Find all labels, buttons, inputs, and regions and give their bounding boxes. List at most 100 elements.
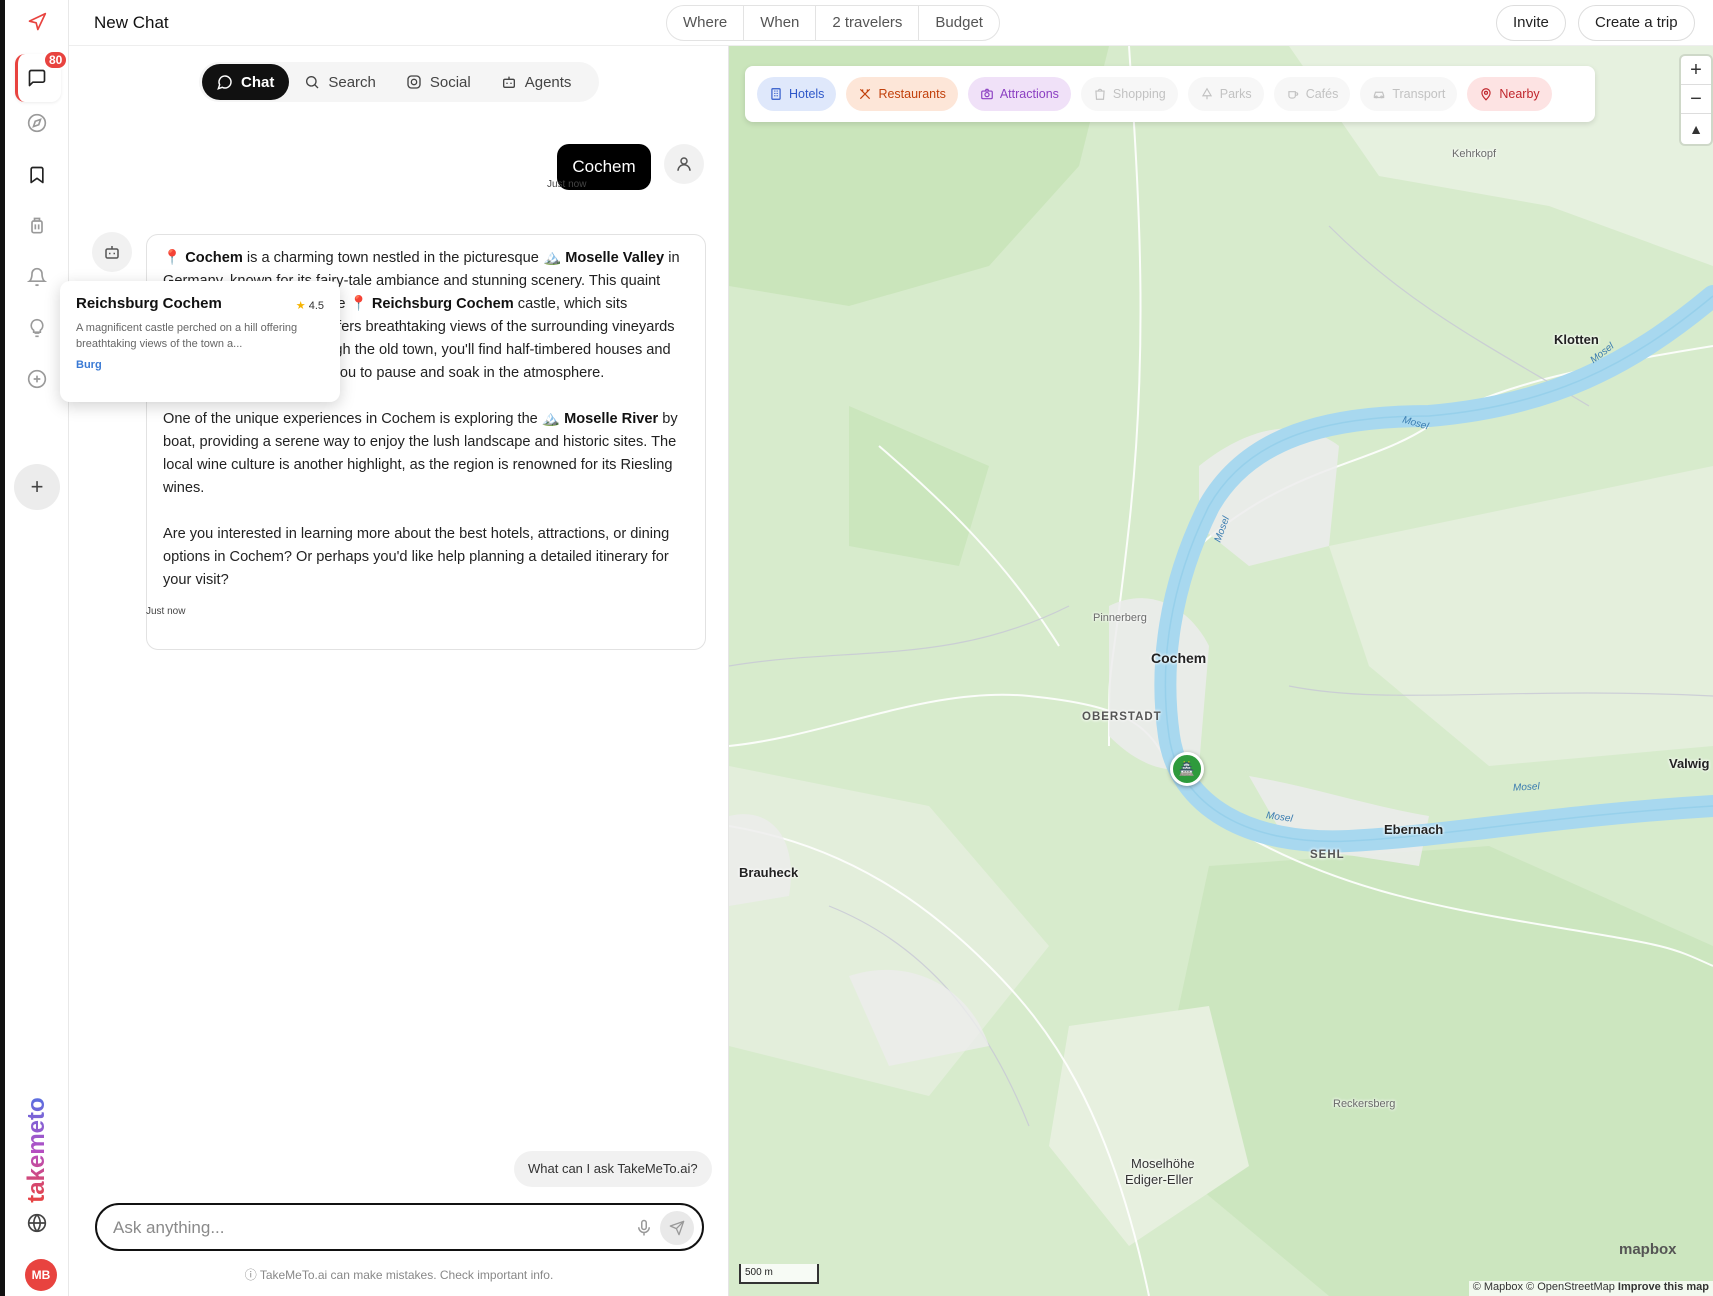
place-label-cochem: Cochem bbox=[1151, 650, 1207, 666]
category-chip-hotels[interactable]: Hotels bbox=[757, 77, 837, 111]
tab-label: Chat bbox=[241, 73, 275, 91]
message-text: is a charming town nestled in the pictur… bbox=[242, 250, 566, 266]
camera-icon bbox=[981, 88, 993, 100]
category-label: Cafés bbox=[1305, 87, 1339, 101]
building-icon bbox=[771, 88, 781, 100]
place-label-klotten: Klotten bbox=[1554, 332, 1599, 347]
filter-when[interactable]: When bbox=[744, 6, 817, 40]
highlighted-entity[interactable]: Moselle River bbox=[564, 411, 658, 427]
category-filter-bar: Hotels Restaurants Attractions Shopping Park… bbox=[745, 66, 1595, 122]
tree-icon bbox=[1201, 87, 1212, 100]
microphone-icon[interactable] bbox=[632, 1216, 656, 1240]
category-label: Shopping bbox=[1112, 87, 1166, 101]
category-chip-nearby[interactable]: Nearby bbox=[1467, 77, 1552, 111]
popup-category[interactable]: Burg bbox=[76, 359, 324, 371]
category-chip-transport[interactable]: Transport bbox=[1360, 77, 1458, 111]
category-label: Parks bbox=[1219, 87, 1252, 101]
app-root: 80 + takemeto MB New Chat Where When 2 t… bbox=[0, 0, 1713, 1296]
user-icon bbox=[664, 144, 704, 184]
message-composer bbox=[95, 1203, 704, 1251]
map-scale: 500 m bbox=[739, 1264, 819, 1284]
river-label: Mosel bbox=[1512, 781, 1540, 794]
top-header: New Chat Where When 2 travelers Budget I… bbox=[69, 0, 1713, 46]
place-popup[interactable]: Reichsburg Cochem ★ 4.5 A magnificent ca… bbox=[60, 281, 340, 402]
luggage-icon[interactable] bbox=[5, 206, 69, 246]
improve-map-link[interactable]: Improve this map bbox=[1618, 1281, 1709, 1293]
shopping-bag-icon bbox=[1095, 88, 1105, 100]
place-label-kehrkopf: Kehrkopf bbox=[1452, 148, 1497, 160]
filter-budget[interactable]: Budget bbox=[919, 6, 999, 40]
highlighted-entity[interactable]: Cochem bbox=[185, 250, 243, 266]
category-chip-cafs[interactable]: Cafés bbox=[1273, 77, 1351, 111]
map-attribution: © Mapbox © OpenStreetMap Improve this ma… bbox=[1468, 1281, 1713, 1296]
tab-label: Agents bbox=[524, 73, 572, 91]
zoom-in-button[interactable]: + bbox=[1681, 56, 1711, 85]
message-text: 📍 bbox=[163, 250, 186, 266]
user-avatar[interactable]: MB bbox=[25, 1259, 57, 1291]
place-label-pinnerberg: Pinnerberg bbox=[1093, 612, 1147, 624]
unread-badge: 80 bbox=[43, 50, 69, 70]
highlighted-entity[interactable]: Reichsburg Cochem bbox=[372, 296, 514, 312]
category-label: Attractions bbox=[999, 87, 1059, 101]
category-label: Restaurants bbox=[878, 87, 946, 101]
category-chip-restaurants[interactable]: Restaurants bbox=[846, 77, 958, 111]
user-message-time: Just now bbox=[547, 179, 587, 190]
invite-button[interactable]: Invite bbox=[1496, 5, 1566, 41]
tab-agents[interactable]: Agents bbox=[486, 64, 587, 100]
tab-social[interactable]: Social bbox=[391, 64, 486, 100]
category-label: Transport bbox=[1392, 87, 1446, 101]
car-icon bbox=[1374, 91, 1385, 99]
assistant-paragraph-2: One of the unique experiences in Cochem … bbox=[163, 408, 689, 500]
place-label-ebernach: Ebernach bbox=[1384, 822, 1444, 837]
tab-label: Search bbox=[328, 73, 376, 91]
popup-rating: ★ 4.5 bbox=[296, 299, 324, 312]
logo-arrow-icon[interactable] bbox=[5, 2, 69, 42]
utensils-icon bbox=[860, 88, 871, 100]
pin-icon bbox=[1481, 88, 1492, 101]
zoom-out-button[interactable]: − bbox=[1681, 85, 1711, 114]
filter-where[interactable]: Where bbox=[667, 6, 745, 40]
category-label: Nearby bbox=[1499, 87, 1540, 101]
send-button[interactable] bbox=[660, 1211, 694, 1245]
popup-title: Reichsburg Cochem bbox=[76, 295, 222, 312]
search-icon bbox=[306, 76, 319, 89]
place-label-reckersberg: Reckersberg bbox=[1333, 1098, 1396, 1110]
brand-logo: takemeto bbox=[23, 1097, 50, 1203]
chat-mode-tabs: Chat Search Social Agents bbox=[199, 62, 599, 102]
place-label-brauheck: Brauheck bbox=[739, 865, 799, 880]
new-chat-button[interactable]: + bbox=[14, 464, 60, 510]
popup-description: A magnificent castle perched on a hill o… bbox=[76, 322, 298, 350]
instagram-icon bbox=[407, 75, 421, 89]
bot-icon bbox=[92, 232, 132, 272]
sidebar: 80 + takemeto MB bbox=[5, 0, 69, 1296]
create-trip-button[interactable]: Create a trip bbox=[1578, 5, 1695, 41]
compass-icon[interactable] bbox=[5, 103, 69, 143]
category-chip-parks[interactable]: Parks bbox=[1187, 77, 1264, 111]
star-icon: ★ bbox=[295, 300, 306, 312]
suggestion-chip[interactable]: What can I ask TakeMeTo.ai? bbox=[514, 1151, 712, 1187]
assistant-message-time: Just now bbox=[146, 606, 186, 617]
filter-travelers[interactable]: 2 travelers bbox=[816, 6, 920, 40]
tab-chat[interactable]: Chat bbox=[202, 64, 290, 100]
category-label: Hotels bbox=[789, 87, 825, 101]
rating-value: 4.5 bbox=[308, 300, 324, 312]
map-view[interactable]: Hotels Restaurants Attractions Shopping Park… bbox=[729, 46, 1713, 1296]
coffee-icon bbox=[1288, 91, 1298, 99]
category-chip-attractions[interactable]: Attractions bbox=[967, 77, 1071, 111]
chat-input[interactable] bbox=[113, 1215, 593, 1241]
bookmark-icon[interactable] bbox=[5, 155, 69, 195]
map-marker-castle[interactable]: 🏯 bbox=[1170, 752, 1204, 786]
highlighted-entity[interactable]: Moselle Valley bbox=[565, 250, 664, 266]
attribution-text[interactable]: © Mapbox © OpenStreetMap bbox=[1473, 1281, 1615, 1293]
assistant-paragraph-3: Are you interested in learning more abou… bbox=[163, 523, 689, 592]
message-text: Are you interested in learning more abou… bbox=[163, 526, 670, 588]
globe-icon[interactable] bbox=[5, 1203, 69, 1243]
tab-label: Social bbox=[429, 73, 471, 91]
tab-search[interactable]: Search bbox=[289, 64, 391, 100]
disclaimer-text: ⓘ TakeMeTo.ai can make mistakes. Check i… bbox=[244, 1268, 554, 1282]
message-text: One of the unique experiences in Cochem … bbox=[163, 411, 565, 427]
category-chip-shopping[interactable]: Shopping bbox=[1080, 77, 1178, 111]
chat-bubble-icon bbox=[217, 75, 232, 90]
place-label-ediger-eller: Ediger-Eller bbox=[1125, 1172, 1193, 1187]
compass-reset-button[interactable]: ▲ bbox=[1681, 114, 1711, 143]
